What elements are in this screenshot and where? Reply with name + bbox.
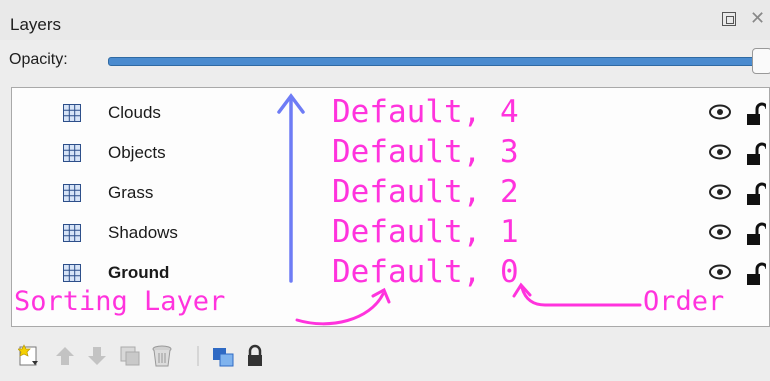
- separator: [197, 346, 199, 366]
- raise-layer-icon[interactable]: [53, 344, 77, 368]
- layer-name: Shadows: [108, 223, 178, 242]
- sorting-order-annotation: Default, 1: [332, 214, 519, 250]
- layer-name: Grass: [108, 183, 154, 202]
- layer-name: Clouds: [108, 103, 161, 122]
- layer-name: Objects: [108, 143, 166, 162]
- float-panel-icon[interactable]: [722, 12, 736, 26]
- lower-layer-icon[interactable]: [85, 344, 109, 368]
- delete-layer-icon[interactable]: [150, 344, 174, 368]
- sorting-order-annotation: Default, 4: [332, 94, 519, 130]
- layer-row[interactable]: Clouds Default, 4: [12, 93, 770, 133]
- layer-row[interactable]: Shadows Default, 1: [12, 213, 770, 253]
- panel-title: Layers: [10, 15, 62, 34]
- sorting-order-annotation: Default, 2: [332, 174, 519, 210]
- eye-icon[interactable]: [708, 224, 732, 240]
- opacity-label: Opacity:: [9, 51, 68, 68]
- layer-properties-icon[interactable]: [211, 344, 235, 368]
- eye-icon[interactable]: [708, 184, 732, 200]
- grid-icon: [63, 224, 81, 242]
- sorting-order-annotation: Default, 3: [332, 134, 519, 170]
- panel-title-bar: Layers ✕: [0, 0, 770, 40]
- layer-row[interactable]: Grass Default, 2: [12, 173, 770, 213]
- unlock-icon[interactable]: [746, 142, 766, 166]
- duplicate-layer-icon[interactable]: [118, 344, 142, 368]
- layers-panel: Layers ✕ Opacity: Clouds Default, 4 Obje…: [0, 0, 770, 381]
- grid-icon: [63, 264, 81, 282]
- grid-icon: [63, 184, 81, 202]
- unlock-icon[interactable]: [746, 102, 766, 126]
- eye-icon[interactable]: [708, 104, 732, 120]
- unlock-icon[interactable]: [746, 182, 766, 206]
- order-annotation: Order: [643, 286, 725, 317]
- lock-all-icon[interactable]: [243, 344, 267, 368]
- unlock-icon[interactable]: [746, 262, 766, 286]
- eye-icon[interactable]: [708, 144, 732, 160]
- layer-toolbar: [0, 330, 770, 381]
- opacity-slider[interactable]: [108, 57, 758, 66]
- unlock-icon[interactable]: [746, 222, 766, 246]
- layer-row[interactable]: Objects Default, 3: [12, 133, 770, 173]
- opacity-slider-handle[interactable]: [752, 48, 770, 74]
- close-icon[interactable]: ✕: [750, 8, 765, 29]
- grid-icon: [63, 104, 81, 122]
- eye-icon[interactable]: [708, 264, 732, 280]
- new-layer-icon[interactable]: [18, 344, 42, 368]
- sorting-layer-annotation: Sorting Layer: [14, 286, 226, 317]
- sorting-order-annotation: Default, 0: [332, 254, 519, 290]
- layer-name: Ground: [108, 263, 170, 282]
- grid-icon: [63, 144, 81, 162]
